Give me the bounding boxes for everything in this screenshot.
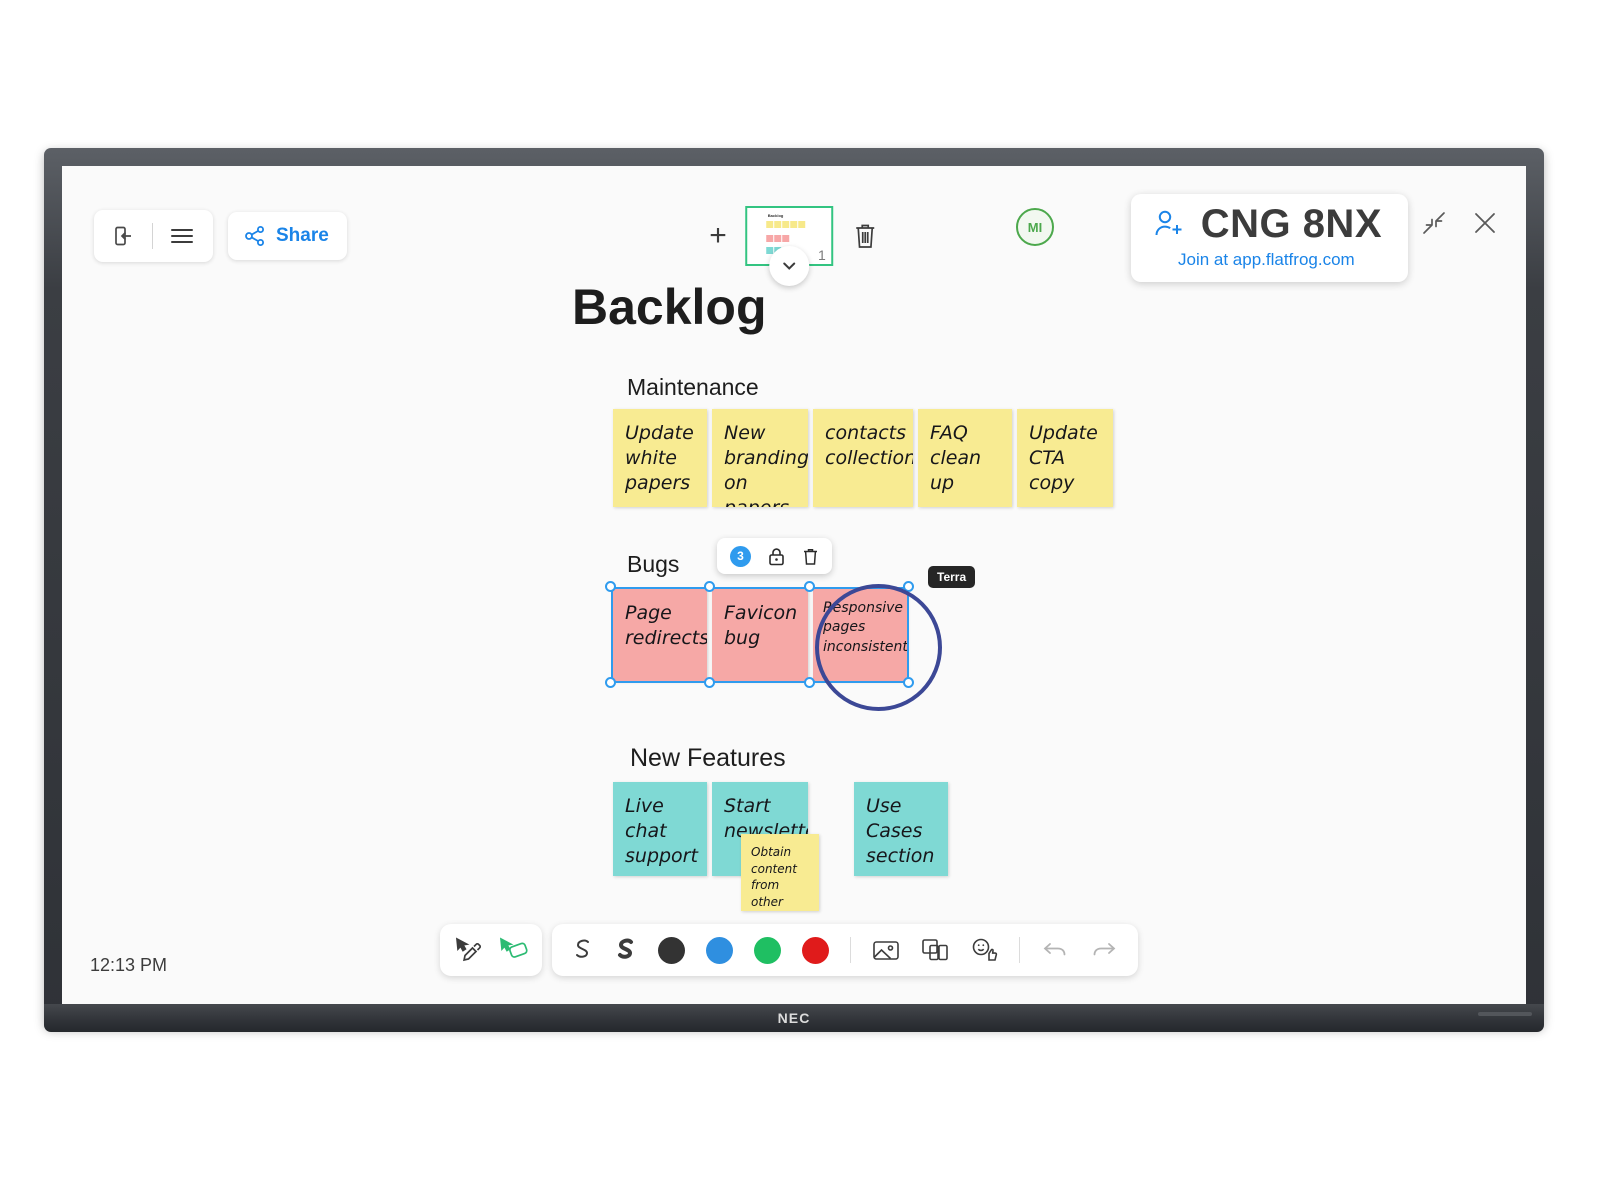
sticky-note[interactable]: FAQ clean up [918,409,1012,507]
selection-toolbar: 3 [717,538,832,574]
page-thumbnail-wrapper: Backlog 1 [744,206,833,286]
drawing-toolbar [552,924,1138,976]
chevron-down-icon[interactable] [768,246,809,286]
share-label: Share [276,225,329,246]
sticky-note[interactable]: Update white papers [613,409,707,507]
selection-handle[interactable] [704,677,715,688]
sticky-note[interactable]: New branding on papers [712,409,808,507]
undo-icon[interactable] [1041,939,1069,961]
color-swatch-blue[interactable] [706,936,733,964]
bezel-bottom: NEC [44,1004,1544,1032]
selection-handle[interactable] [903,677,914,688]
mode-toolbar [440,924,542,976]
emoji-reaction-icon[interactable] [970,937,998,963]
session-code-panel[interactable]: CNG 8NX Join at app.flatfrog.com [1130,194,1408,282]
page-navigator: + Backlog 1 [709,206,879,286]
sticky-note[interactable]: Page redirects [613,589,707,681]
brand-logo: NEC [777,1010,811,1026]
divider [1019,937,1020,963]
divider [850,937,851,963]
selection-handle[interactable] [605,677,616,688]
sticky-note-nested[interactable]: Obtain content from other departments [741,834,819,911]
color-swatch-red[interactable] [802,936,829,964]
redo-icon[interactable] [1090,939,1118,961]
close-icon[interactable] [1470,208,1500,238]
sticky-notes-icon[interactable] [921,937,949,963]
sticky-note[interactable]: contacts collection [813,409,913,507]
session-code-row: CNG 8NX [1151,204,1382,244]
eraser-cursor-icon[interactable] [498,936,528,964]
selection-handle[interactable] [804,581,815,592]
lock-icon[interactable] [768,547,785,566]
window-controls [1420,208,1500,238]
join-url: Join at app.flatfrog.com [1177,250,1355,269]
color-swatch-black[interactable] [658,936,685,964]
stroke-thin-icon[interactable] [572,935,594,965]
pen-cursor-icon[interactable] [454,936,484,964]
image-icon[interactable] [872,938,900,962]
selection-handle[interactable] [903,581,914,592]
page-number: 1 [817,247,826,263]
exit-door-icon[interactable] [112,224,136,248]
selection-count-badge: 3 [730,545,751,567]
share-nodes-icon [243,224,267,248]
add-page-button[interactable]: + [709,221,727,251]
divider [152,223,153,249]
section-label-new-features: New Features [630,744,786,772]
avatar[interactable]: MI [1016,208,1054,246]
stroke-thick-icon[interactable] [615,935,637,965]
section-label-bugs: Bugs [627,551,680,577]
bezel-vent [1478,1012,1532,1016]
selection-handle[interactable] [605,581,616,592]
sticky-note[interactable]: Favicon bug [712,589,808,681]
collaborator-cursor-label: Terra [928,566,976,588]
session-code: CNG 8NX [1200,202,1382,246]
color-swatch-green[interactable] [754,936,781,964]
page-title: Backlog [572,279,767,335]
display-bezel: Share + Backlog 1 MI CNG 8NX Join at app… [44,148,1544,1028]
collapse-arrows-icon[interactable] [1420,209,1448,237]
add-person-icon [1151,206,1187,242]
sticky-note[interactable]: Use Cases section [854,782,948,876]
sticky-note[interactable]: Responsive pages inconsistent [813,589,907,681]
sticky-note[interactable]: Update CTA copy [1017,409,1113,507]
delete-page-button[interactable] [851,221,879,251]
top-left-toolbar: Share [94,210,347,262]
sticky-note[interactable]: Live chat support [613,782,707,876]
selection-handle[interactable] [804,677,815,688]
share-button[interactable]: Share [228,212,347,260]
clock: 12:13 PM [90,955,168,975]
section-label-maintenance: Maintenance [627,374,759,400]
whiteboard-screen: Share + Backlog 1 MI CNG 8NX Join at app… [62,166,1526,1004]
selection-handle[interactable] [704,581,715,592]
delete-selection-icon[interactable] [802,547,819,566]
hamburger-menu-icon[interactable] [169,226,195,246]
app-controls-pill [94,210,213,262]
